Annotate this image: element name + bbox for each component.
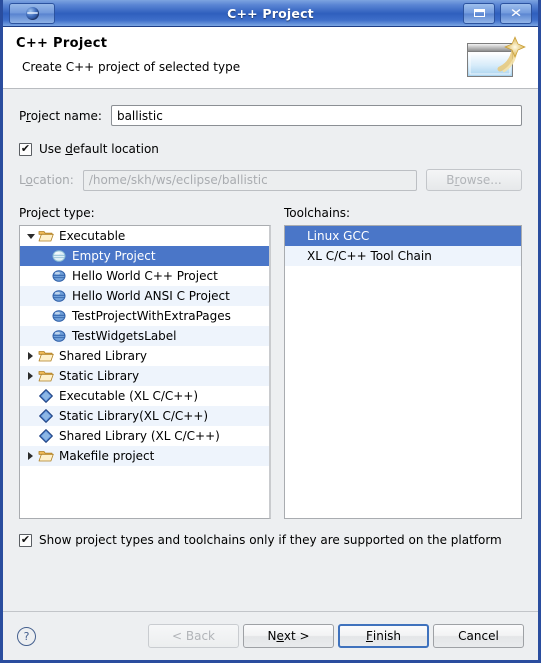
project-type-label: Shared Library <box>59 349 148 363</box>
folder-open-icon <box>38 451 54 462</box>
cancel-button[interactable]: Cancel <box>433 624 524 648</box>
project-type-pane: Project type: Executable Empty Project Hel… <box>19 206 271 519</box>
project-type-label: TestWidgetsLabel <box>72 329 177 343</box>
project-name-input[interactable]: ballistic <box>110 105 522 126</box>
location-row: Location: /home/skh/ws/eclipse/ballistic… <box>19 169 522 191</box>
project-name-row: Project name: ballistic <box>19 105 522 126</box>
expand-twisty-icon[interactable] <box>24 372 37 380</box>
diamond-icon <box>39 409 53 423</box>
use-default-location-row[interactable]: ✔ Use default location <box>19 142 522 156</box>
folder-open-icon <box>38 351 54 362</box>
finish-button[interactable]: Finish <box>338 624 429 648</box>
project-type-row[interactable]: Hello World C++ Project <box>20 266 269 286</box>
project-type-row[interactable]: Executable <box>20 226 269 246</box>
show-supported-row[interactable]: ✔ Show project types and toolchains only… <box>19 533 522 547</box>
wizard-window-sparkle-icon <box>467 36 526 77</box>
help-icon[interactable]: ? <box>17 626 36 646</box>
close-icon: ✕ <box>509 6 523 20</box>
back-button: < Back <box>148 624 239 648</box>
wizard-button-bar: ? < Back Ne xt > Finish Cancel <box>3 611 538 660</box>
expand-twisty-icon[interactable] <box>24 452 37 460</box>
next-button[interactable]: Ne xt > <box>243 624 334 648</box>
project-type-label: Static Library <box>59 369 140 383</box>
folder-open-icon <box>38 231 54 242</box>
use-default-location-label: Use default location <box>39 142 159 156</box>
eclipse-globe-icon <box>25 6 39 20</box>
wizard-buttons: < Back Ne xt > Finish Cancel <box>148 624 524 648</box>
maximize-icon <box>473 9 485 17</box>
project-type-label: Static Library(XL C/C++) <box>59 409 209 423</box>
sphere-icon <box>52 270 66 282</box>
project-name-value: ballistic <box>116 108 163 123</box>
project-type-label: TestProjectWithExtraPages <box>72 309 231 323</box>
project-type-row[interactable]: Static Library <box>20 366 269 386</box>
location-input: /home/skh/ws/eclipse/ballistic <box>82 169 417 191</box>
project-type-tree[interactable]: Executable Empty Project Hello World C++ P… <box>19 225 271 519</box>
wizard-banner: C++ Project Create C++ project of select… <box>3 27 538 89</box>
sphere-icon <box>52 250 66 262</box>
diamond-icon <box>39 389 53 403</box>
toolchain-label: XL C/C++ Tool Chain <box>307 249 432 263</box>
wizard-content: Project name: ballistic ✔ Use default lo… <box>3 89 538 611</box>
project-type-label: Shared Library (XL C/C++) <box>59 429 220 443</box>
sphere-icon <box>52 290 66 302</box>
location-label: Location: <box>19 173 74 187</box>
checkmark-icon: ✔ <box>20 533 31 546</box>
project-type-label: Executable <box>59 229 126 243</box>
project-type-row[interactable]: Executable (XL C/C++) <box>20 386 269 406</box>
diamond-icon <box>39 429 53 443</box>
sphere-icon <box>52 330 66 342</box>
toolchains-list[interactable]: Linux GCC XL C/C++ Tool Chain <box>284 225 522 519</box>
project-type-row[interactable]: Static Library(XL C/C++) <box>20 406 269 426</box>
toolchain-row[interactable]: XL C/C++ Tool Chain <box>285 246 521 266</box>
toolchains-pane: Toolchains: Linux GCC XL C/C++ Tool Chain <box>284 206 522 519</box>
page-title: C++ Project <box>16 36 108 51</box>
show-supported-label: Show project types and toolchains only i… <box>39 533 502 547</box>
system-menu-button[interactable] <box>9 2 55 24</box>
toolchain-label: Linux GCC <box>307 229 370 243</box>
sphere-icon <box>52 310 66 322</box>
project-type-row[interactable]: TestProjectWithExtraPages <box>20 306 269 326</box>
close-button[interactable]: ✕ <box>500 2 532 24</box>
project-type-row[interactable]: Empty Project <box>20 246 269 266</box>
use-default-location-checkbox[interactable]: ✔ <box>19 142 32 156</box>
window-controls: ✕ <box>463 2 532 24</box>
folder-open-icon <box>38 371 54 382</box>
project-type-row[interactable]: TestWidgetsLabel <box>20 326 269 346</box>
checkmark-icon: ✔ <box>20 142 31 155</box>
show-supported-checkbox[interactable]: ✔ <box>19 533 32 547</box>
window-title: C++ Project <box>227 5 314 21</box>
selection-panes: Project type: Executable Empty Project Hel… <box>19 206 522 519</box>
maximize-button[interactable] <box>463 2 495 24</box>
page-subtitle: Create C++ project of selected type <box>22 60 241 74</box>
cpp-project-wizard-window: C++ Project ✕ C++ Project Create C++ pro… <box>0 0 541 663</box>
project-type-label: Empty Project <box>72 249 156 263</box>
project-type-label: Executable (XL C/C++) <box>59 389 199 403</box>
toolchains-label: Toolchains: <box>284 206 351 220</box>
expand-twisty-icon[interactable] <box>24 352 37 360</box>
project-type-label: Hello World C++ Project <box>72 269 218 283</box>
project-type-label: Project type: <box>19 206 95 220</box>
window-titlebar[interactable]: C++ Project ✕ <box>3 0 538 27</box>
project-type-row[interactable]: Makefile project <box>20 446 269 466</box>
project-type-row[interactable]: Shared Library <box>20 346 269 366</box>
browse-button: Br owse... <box>426 169 522 191</box>
project-type-label: Hello World ANSI C Project <box>72 289 230 303</box>
project-type-label: Makefile project <box>59 449 155 463</box>
toolchain-row[interactable]: Linux GCC <box>285 226 521 246</box>
project-type-row[interactable]: Hello World ANSI C Project <box>20 286 269 306</box>
collapse-twisty-icon[interactable] <box>24 233 37 239</box>
project-name-label: Project name: <box>19 108 102 123</box>
location-value: /home/skh/ws/eclipse/ballistic <box>88 173 268 187</box>
project-type-row[interactable]: Shared Library (XL C/C++) <box>20 426 269 446</box>
